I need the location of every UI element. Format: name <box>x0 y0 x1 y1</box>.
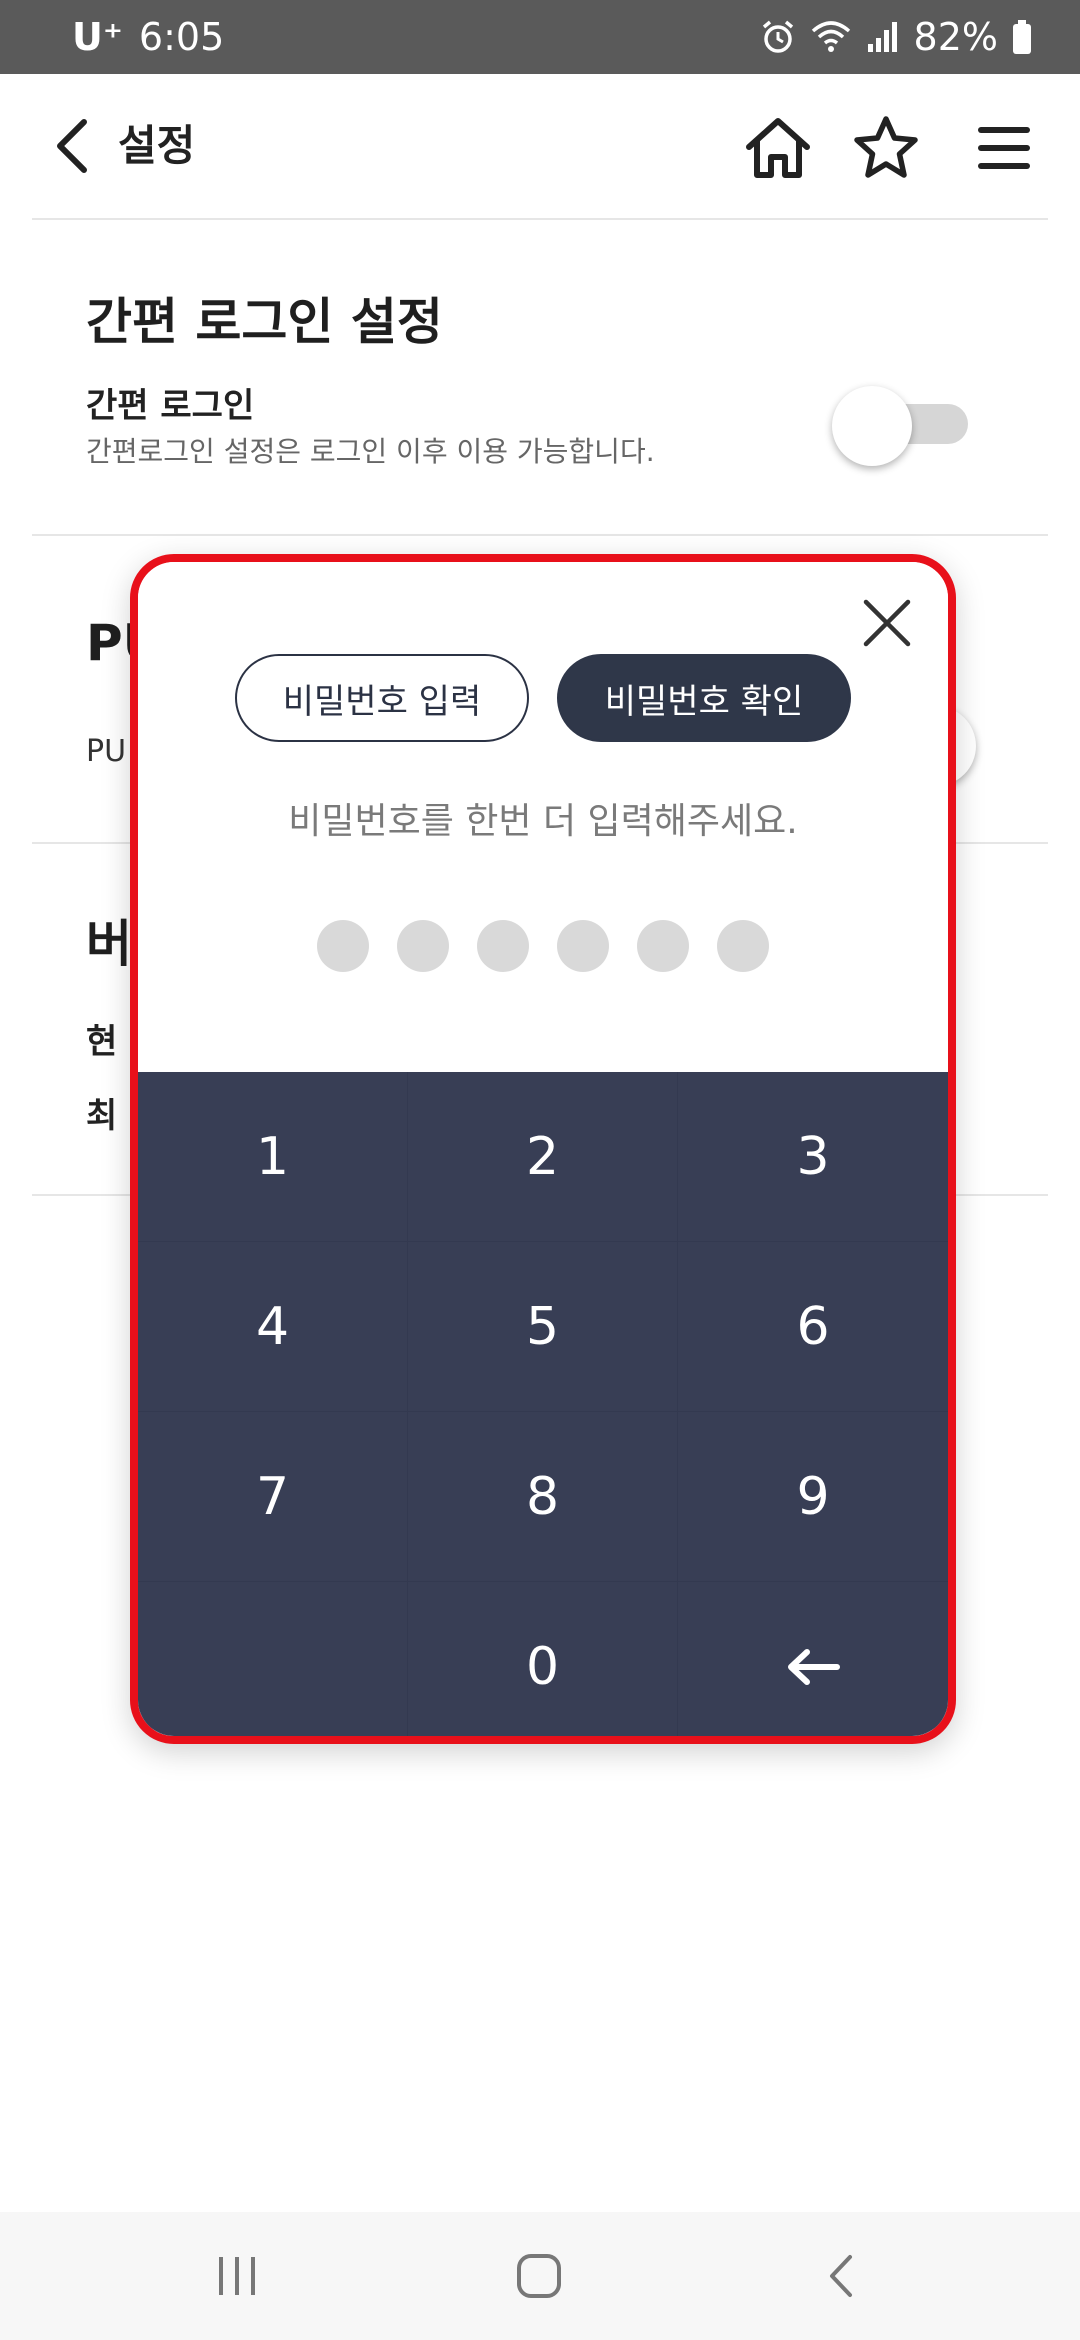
keypad-backspace[interactable] <box>678 1582 948 1736</box>
keypad-key-9[interactable]: 9 <box>678 1412 948 1582</box>
clock: 6:05 <box>138 15 225 59</box>
keypad-key-2[interactable]: 2 <box>408 1072 678 1242</box>
number-keypad: 123 456 7890 <box>138 1072 948 1736</box>
status-bar: U⁺ 6:05 82% <box>0 0 1080 74</box>
version-section-title: 버 <box>86 915 132 973</box>
latest-version-label: 최 <box>86 1096 118 1136</box>
pin-dot <box>317 920 369 972</box>
keypad-key-5[interactable]: 5 <box>408 1242 678 1412</box>
keypad-key-4[interactable]: 4 <box>138 1242 408 1412</box>
pin-prompt: 비밀번호를 한번 더 입력해주세요. <box>288 801 798 842</box>
page-title: 설정 <box>118 121 196 170</box>
push-item-text: PU <box>86 734 127 769</box>
header-divider <box>32 218 1048 220</box>
pin-dot <box>717 920 769 972</box>
pin-tabs: 비밀번호 입력 비밀번호 확인 <box>138 654 948 742</box>
carrier-label: U⁺ <box>72 15 123 59</box>
signal-icon <box>866 20 900 54</box>
section-divider <box>32 534 1048 536</box>
system-nav-bar <box>0 2212 1080 2340</box>
home-nav-button[interactable] <box>504 2246 574 2306</box>
menu-button[interactable] <box>966 110 1042 186</box>
keypad-key-3[interactable]: 3 <box>678 1072 948 1242</box>
tab-password-confirm[interactable]: 비밀번호 확인 <box>557 654 851 742</box>
status-left: U⁺ 6:05 <box>72 0 224 74</box>
pin-dots <box>138 920 948 972</box>
pin-dot <box>557 920 609 972</box>
backspace-icon <box>788 1648 840 1685</box>
modal-top: 비밀번호 입력 비밀번호 확인 비밀번호를 한번 더 입력해주세요. <box>138 562 948 1072</box>
close-icon <box>863 599 911 647</box>
home-icon <box>746 118 810 178</box>
recent-apps-button[interactable] <box>202 2246 272 2306</box>
alarm-icon <box>760 19 796 55</box>
easy-login-section-title: 간편 로그인 설정 <box>86 293 443 351</box>
battery-icon <box>1012 20 1032 54</box>
keypad-key-0[interactable]: 0 <box>408 1582 678 1736</box>
battery-percent: 82% <box>913 15 998 59</box>
home-button[interactable] <box>740 110 816 186</box>
keypad-empty <box>138 1582 408 1736</box>
pin-dot <box>397 920 449 972</box>
app-header: 설정 <box>0 74 1080 218</box>
home-nav-icon <box>517 2254 561 2298</box>
star-icon <box>854 116 918 178</box>
status-right: 82% <box>760 0 1032 74</box>
easy-login-item-title: 간편 로그인 <box>86 386 255 426</box>
pin-dot <box>477 920 529 972</box>
back-button[interactable] <box>40 114 104 178</box>
current-version-label: 현 <box>86 1022 118 1062</box>
back-nav-button[interactable] <box>806 2246 876 2306</box>
easy-login-toggle[interactable] <box>832 386 968 466</box>
favorite-button[interactable] <box>848 110 924 186</box>
tab-password-entry[interactable]: 비밀번호 입력 <box>235 654 529 742</box>
toggle-thumb <box>832 386 912 466</box>
keypad-key-1[interactable]: 1 <box>138 1072 408 1242</box>
keypad-key-8[interactable]: 8 <box>408 1412 678 1582</box>
easy-login-item-desc: 간편로그인 설정은 로그인 이후 이용 가능합니다. <box>86 435 655 468</box>
pin-modal: 비밀번호 입력 비밀번호 확인 비밀번호를 한번 더 입력해주세요. 123 45… <box>130 554 956 1744</box>
back-nav-icon <box>830 2255 852 2297</box>
back-icon <box>57 119 87 173</box>
keypad-key-6[interactable]: 6 <box>678 1242 948 1412</box>
keypad-key-7[interactable]: 7 <box>138 1412 408 1582</box>
wifi-icon <box>810 19 852 55</box>
pin-dot <box>637 920 689 972</box>
menu-icon <box>978 127 1030 169</box>
close-button[interactable] <box>852 588 922 658</box>
recent-apps-icon <box>219 2257 255 2295</box>
